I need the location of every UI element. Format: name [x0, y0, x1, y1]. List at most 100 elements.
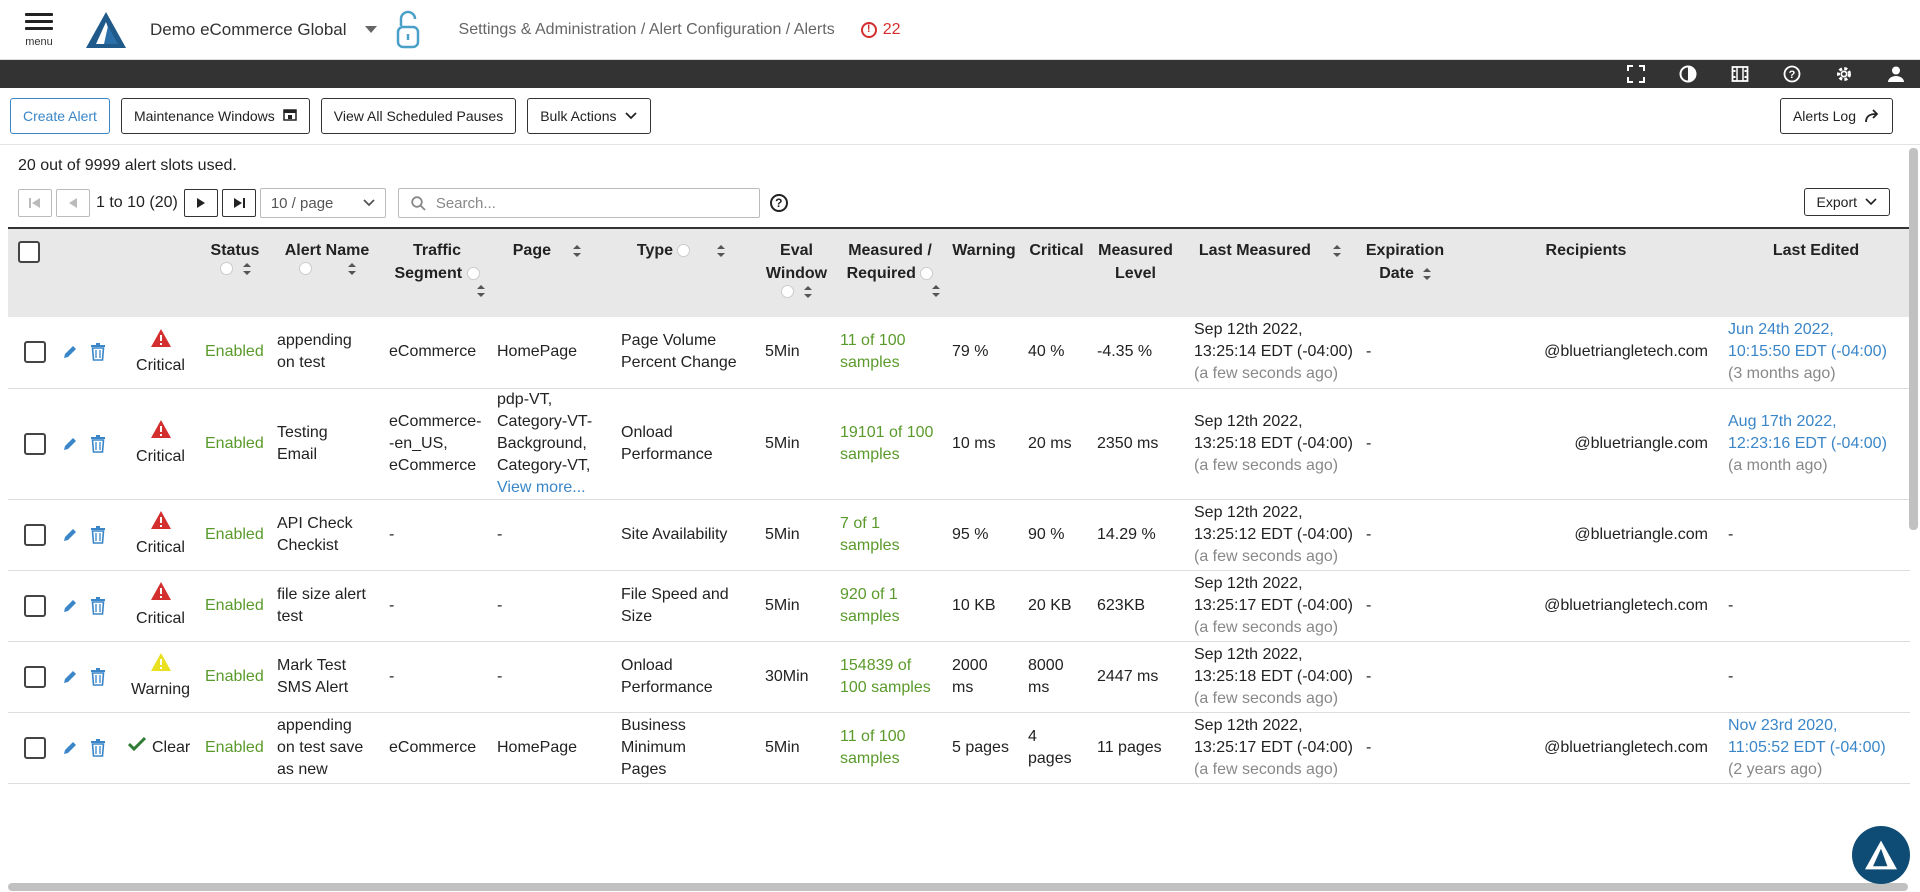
row-checkbox[interactable] — [24, 594, 46, 617]
recipients-value: @bluetriangletech.com — [1544, 343, 1708, 361]
view-more-link[interactable]: View more... — [497, 477, 597, 499]
column-eval-window[interactable]: Eval Window — [759, 228, 834, 317]
trash-icon[interactable] — [90, 525, 106, 544]
edit-pencil-icon[interactable] — [62, 436, 78, 452]
row-checkbox[interactable] — [24, 432, 46, 455]
column-type[interactable]: Type — [603, 228, 759, 317]
svg-text:?: ? — [1789, 69, 1796, 81]
chevron-down-icon[interactable] — [364, 26, 377, 33]
create-alert-button[interactable]: Create Alert — [10, 98, 110, 134]
trash-icon[interactable] — [90, 738, 106, 757]
menu-button[interactable]: menu — [22, 11, 56, 48]
breadcrumb[interactable]: Settings & Administration / Alert Config… — [459, 21, 835, 39]
expiration-date-value: - — [1366, 525, 1372, 543]
chat-assistant-button[interactable] — [1852, 826, 1910, 884]
last-edited-date[interactable]: Jun 24th 2022, — [1728, 319, 1904, 341]
per-page-select[interactable]: 10 / page — [259, 188, 386, 218]
help-icon[interactable]: ? — [769, 194, 788, 212]
last-page-button[interactable] — [221, 189, 256, 217]
column-expiration-date[interactable]: Expiration Date — [1360, 228, 1450, 317]
sort-icon[interactable] — [347, 262, 356, 275]
column-traffic-segment[interactable]: Traffic Segment — [383, 228, 491, 317]
critical-value: pages — [1028, 749, 1072, 767]
sort-icon[interactable] — [804, 285, 812, 298]
info-icon[interactable] — [781, 285, 794, 298]
column-last-measured[interactable]: Last Measured — [1180, 228, 1360, 317]
sort-icon[interactable] — [717, 244, 726, 257]
info-icon[interactable] — [219, 262, 233, 275]
last-edited-time[interactable]: 10:15:50 EDT (-04:00) — [1728, 341, 1904, 363]
trash-icon[interactable] — [90, 343, 106, 362]
gear-icon[interactable] — [1834, 64, 1854, 84]
last-edited-date[interactable]: Aug 17th 2022, — [1728, 411, 1904, 433]
sort-icon[interactable] — [1333, 244, 1342, 257]
sort-icon[interactable] — [573, 244, 582, 257]
select-all-checkbox[interactable] — [18, 241, 40, 263]
trash-icon[interactable] — [90, 434, 106, 453]
view-scheduled-pauses-button[interactable]: View All Scheduled Pauses — [320, 98, 517, 134]
sort-icon[interactable] — [477, 285, 485, 297]
edit-pencil-icon[interactable] — [62, 740, 78, 756]
row-checkbox[interactable] — [24, 665, 46, 688]
row-checkbox[interactable] — [24, 736, 46, 759]
column-measured-label-2: Required — [846, 265, 916, 282]
last-edited-time[interactable]: 11:05:52 EDT (-04:00) — [1728, 737, 1904, 759]
row-checkbox[interactable] — [24, 523, 46, 546]
contrast-icon[interactable] — [1678, 64, 1698, 84]
column-page[interactable]: Page — [491, 228, 603, 317]
help-icon[interactable]: ? — [1782, 64, 1802, 84]
column-measured-required[interactable]: Measured / Required — [834, 228, 946, 317]
maintenance-windows-button[interactable]: Maintenance Windows — [120, 98, 310, 134]
edit-pencil-icon[interactable] — [62, 598, 78, 614]
export-button[interactable]: Export — [1803, 188, 1890, 216]
column-level-label-2: Level — [1115, 265, 1156, 282]
fullscreen-icon[interactable] — [1626, 64, 1646, 84]
column-status[interactable]: Status — [199, 228, 271, 317]
table-row[interactable]: Critical Enabled Testing Email eCommerce- -en… — [8, 388, 1910, 499]
alerts-log-button[interactable]: Alerts Log — [1779, 98, 1893, 134]
traffic-segment-value: eCommerce — [389, 738, 477, 756]
first-page-button[interactable] — [18, 189, 52, 217]
blue-triangle-logo-icon[interactable] — [84, 10, 128, 50]
edit-pencil-icon[interactable] — [62, 344, 78, 360]
user-icon[interactable] — [1886, 64, 1906, 84]
previous-page-button[interactable] — [56, 189, 90, 217]
column-alert-name[interactable]: Alert Name — [271, 228, 383, 317]
critical-warning-icon — [150, 419, 172, 446]
traffic-segment-value: - — [389, 596, 395, 614]
horizontal-scrollbar[interactable] — [8, 883, 1908, 891]
sort-icon[interactable] — [932, 285, 940, 297]
expiration-date-value: - — [1366, 596, 1372, 614]
trash-icon[interactable] — [90, 596, 106, 615]
table-row[interactable]: Critical Enabled appending on test eCommerce… — [8, 317, 1910, 388]
alert-count-badge[interactable]: ! 22 — [860, 21, 901, 39]
trash-icon[interactable] — [90, 667, 106, 686]
info-icon[interactable] — [298, 262, 312, 275]
sort-icon[interactable] — [242, 262, 251, 275]
sort-icon[interactable] — [1422, 267, 1431, 280]
table-row[interactable]: Clear Enabled appending on test save as new e… — [8, 712, 1910, 783]
last-page-icon — [233, 198, 245, 208]
traffic-segment-value: - — [389, 525, 395, 543]
edit-pencil-icon[interactable] — [62, 669, 78, 685]
bulk-actions-button[interactable]: Bulk Actions — [527, 98, 652, 134]
film-icon[interactable] — [1730, 64, 1750, 84]
search-input[interactable]: Search... — [397, 188, 760, 218]
table-row[interactable]: Warning Enabled Mark Test SMS Alert - - Onload… — [8, 641, 1910, 712]
measured-required-value: 11 of 100 — [840, 332, 906, 350]
type-value: Pages — [621, 760, 667, 778]
info-icon[interactable] — [466, 267, 480, 281]
info-icon[interactable] — [920, 267, 934, 281]
table-row[interactable]: Critical Enabled file size alert test - - File… — [8, 570, 1910, 641]
eval-window-value: 5Min — [765, 596, 800, 614]
row-checkbox[interactable] — [24, 341, 46, 364]
info-icon[interactable] — [677, 244, 691, 258]
vertical-scrollbar[interactable] — [1909, 148, 1918, 530]
table-row[interactable]: Critical Enabled API Check Checkist - - Site A… — [8, 499, 1910, 570]
unlock-icon[interactable] — [393, 10, 423, 50]
last-edited-time[interactable]: 12:23:16 EDT (-04:00) — [1728, 433, 1904, 455]
last-edited-date[interactable]: Nov 23rd 2020, — [1728, 715, 1904, 737]
edit-pencil-icon[interactable] — [62, 527, 78, 543]
next-page-button[interactable] — [183, 189, 218, 217]
org-name[interactable]: Demo eCommerce Global — [150, 20, 347, 40]
